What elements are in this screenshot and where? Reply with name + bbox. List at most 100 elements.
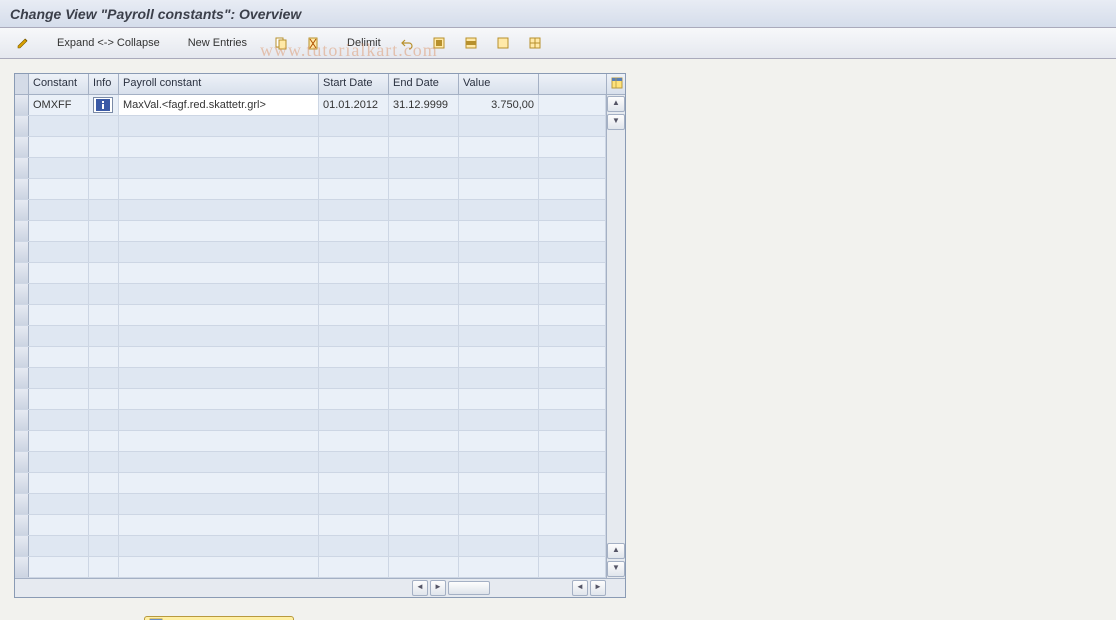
hscroll-right2-icon[interactable]: ►: [590, 580, 606, 596]
undo-change-icon[interactable]: [392, 32, 422, 54]
configuration-icon[interactable]: [520, 32, 550, 54]
cell-end: [389, 473, 459, 493]
select-all-icon[interactable]: [424, 32, 454, 54]
hscroll-left-icon[interactable]: ◄: [412, 580, 428, 596]
delete-icon[interactable]: [298, 32, 328, 54]
col-value[interactable]: Value: [459, 74, 539, 94]
row-selector[interactable]: [15, 431, 29, 451]
row-selector[interactable]: [15, 179, 29, 199]
horizontal-scrollbar[interactable]: ◄ ► ◄ ►: [15, 578, 625, 597]
row-selector[interactable]: [15, 158, 29, 178]
cell-constant: OMXFF: [29, 95, 89, 115]
row-selector[interactable]: [15, 200, 29, 220]
deselect-all-icon[interactable]: [488, 32, 518, 54]
table-settings-icon[interactable]: [607, 74, 625, 94]
hscroll-left2-icon[interactable]: ◄: [572, 580, 588, 596]
cell-payroll: [119, 410, 319, 430]
cell-value: [459, 242, 539, 262]
table-row[interactable]: [15, 431, 606, 452]
row-selector[interactable]: [15, 242, 29, 262]
hscroll-thumb[interactable]: [448, 581, 490, 595]
table-row[interactable]: [15, 305, 606, 326]
row-selector[interactable]: [15, 137, 29, 157]
table-row[interactable]: [15, 410, 606, 431]
col-info[interactable]: Info: [89, 74, 119, 94]
row-selector[interactable]: [15, 116, 29, 136]
expand-collapse-button[interactable]: Expand <-> Collapse: [48, 32, 169, 54]
info-icon[interactable]: [93, 97, 113, 113]
hscroll-right-icon[interactable]: ►: [430, 580, 446, 596]
toggle-change-display-icon[interactable]: [8, 32, 38, 54]
cell-info: [89, 137, 119, 157]
col-constant[interactable]: Constant: [29, 74, 89, 94]
scroll-up2-icon[interactable]: ▲: [607, 543, 625, 559]
table-row[interactable]: [15, 494, 606, 515]
cell-start: [319, 410, 389, 430]
table-row[interactable]: [15, 284, 606, 305]
new-entries-button[interactable]: New Entries: [179, 32, 256, 54]
row-selector[interactable]: [15, 410, 29, 430]
row-selector[interactable]: [15, 473, 29, 493]
scroll-down2-icon[interactable]: ▼: [607, 561, 625, 577]
table-row[interactable]: [15, 536, 606, 557]
table-row[interactable]: [15, 116, 606, 137]
row-selector[interactable]: [15, 368, 29, 388]
cell-payroll[interactable]: MaxVal.<fagf.red.skattetr.grl>: [119, 95, 319, 115]
cell-info: [89, 158, 119, 178]
cell-constant: [29, 179, 89, 199]
table-row[interactable]: [15, 221, 606, 242]
table-row[interactable]: [15, 515, 606, 536]
cell-payroll: [119, 200, 319, 220]
col-start[interactable]: Start Date: [319, 74, 389, 94]
row-selector[interactable]: [15, 284, 29, 304]
select-block-icon[interactable]: [456, 32, 486, 54]
scroll-up-icon[interactable]: ▲: [607, 96, 625, 112]
cell-info[interactable]: [89, 95, 119, 115]
table-row[interactable]: [15, 137, 606, 158]
cell-constant: [29, 116, 89, 136]
row-selector[interactable]: [15, 536, 29, 556]
scroll-down-icon[interactable]: ▼: [607, 114, 625, 130]
row-selector[interactable]: [15, 221, 29, 241]
cell-payroll: [119, 263, 319, 283]
cell-end: [389, 221, 459, 241]
position-button[interactable]: Position...: [144, 616, 294, 620]
table-row[interactable]: [15, 263, 606, 284]
row-selector[interactable]: [15, 515, 29, 535]
table-row[interactable]: [15, 242, 606, 263]
row-selector[interactable]: [15, 452, 29, 472]
row-selector[interactable]: [15, 389, 29, 409]
row-selector[interactable]: [15, 494, 29, 514]
row-selector[interactable]: [15, 347, 29, 367]
table-row[interactable]: [15, 200, 606, 221]
table-row[interactable]: OMXFFMaxVal.<fagf.red.skattetr.grl>01.01…: [15, 95, 606, 116]
copy-as-icon[interactable]: [266, 32, 296, 54]
row-selector[interactable]: [15, 326, 29, 346]
cell-payroll: [119, 452, 319, 472]
table-row[interactable]: [15, 326, 606, 347]
cell-value: [459, 200, 539, 220]
table-row[interactable]: [15, 368, 606, 389]
table-row[interactable]: [15, 158, 606, 179]
col-end[interactable]: End Date: [389, 74, 459, 94]
table-row[interactable]: [15, 473, 606, 494]
row-selector[interactable]: [15, 263, 29, 283]
cell-value: [459, 515, 539, 535]
table-row[interactable]: [15, 179, 606, 200]
delimit-button[interactable]: Delimit: [338, 32, 390, 54]
cell-payroll: [119, 284, 319, 304]
row-selector[interactable]: [15, 95, 29, 115]
table-row[interactable]: [15, 557, 606, 578]
table-row[interactable]: [15, 347, 606, 368]
col-payroll[interactable]: Payroll constant: [119, 74, 319, 94]
row-selector[interactable]: [15, 557, 29, 577]
row-selector[interactable]: [15, 305, 29, 325]
table-row[interactable]: [15, 389, 606, 410]
vertical-scrollbar[interactable]: ▲ ▼ ▲ ▼: [606, 95, 625, 578]
row-selector-header[interactable]: [15, 74, 29, 94]
cell-end: [389, 158, 459, 178]
cell-start: [319, 221, 389, 241]
table-row[interactable]: [15, 452, 606, 473]
cell-info: [89, 242, 119, 262]
cell-end: [389, 347, 459, 367]
